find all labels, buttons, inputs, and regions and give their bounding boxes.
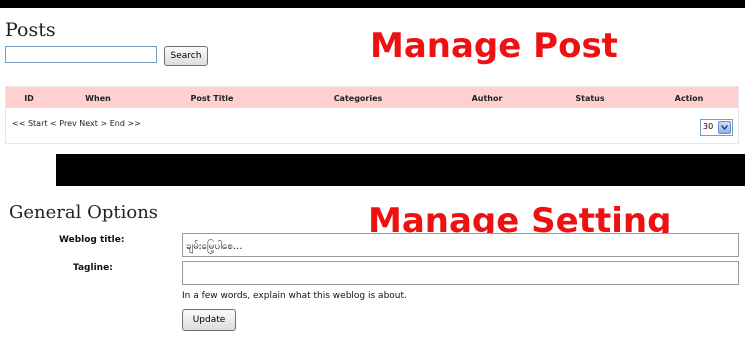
column-header-when[interactable]: When — [85, 94, 111, 103]
chevron-down-icon[interactable] — [718, 121, 731, 134]
pagination-links[interactable]: << Start < Prev Next > End >> — [12, 119, 141, 128]
general-options-title: General Options — [9, 202, 159, 223]
tagline-help-text: In a few words, explain what this weblog… — [182, 291, 407, 301]
column-header-author[interactable]: Author — [472, 94, 503, 103]
weblog-title-field[interactable] — [182, 233, 739, 257]
search-input[interactable] — [5, 46, 157, 63]
column-header-status[interactable]: Status — [575, 94, 604, 103]
column-header-id[interactable]: ID — [24, 94, 34, 103]
tagline-field[interactable] — [182, 261, 739, 285]
top-black-bar — [0, 0, 745, 8]
update-button[interactable]: Update — [182, 309, 236, 331]
weblog-title-label: Weblog title: — [59, 235, 125, 245]
search-button[interactable]: Search — [164, 46, 208, 66]
column-header-categories[interactable]: Categories — [334, 94, 383, 103]
posts-title: Posts — [5, 19, 56, 41]
manage-post-banner: Manage Post — [370, 26, 618, 66]
tagline-label: Tagline: — [73, 263, 113, 273]
column-header-action[interactable]: Action — [675, 94, 704, 103]
column-header-post-title[interactable]: Post Title — [191, 94, 234, 103]
redaction-bar — [56, 154, 745, 186]
per-page-value: 30 — [703, 122, 714, 131]
weblog-title-value: ချမ်းမြေ့ပါစေ... — [186, 241, 243, 252]
